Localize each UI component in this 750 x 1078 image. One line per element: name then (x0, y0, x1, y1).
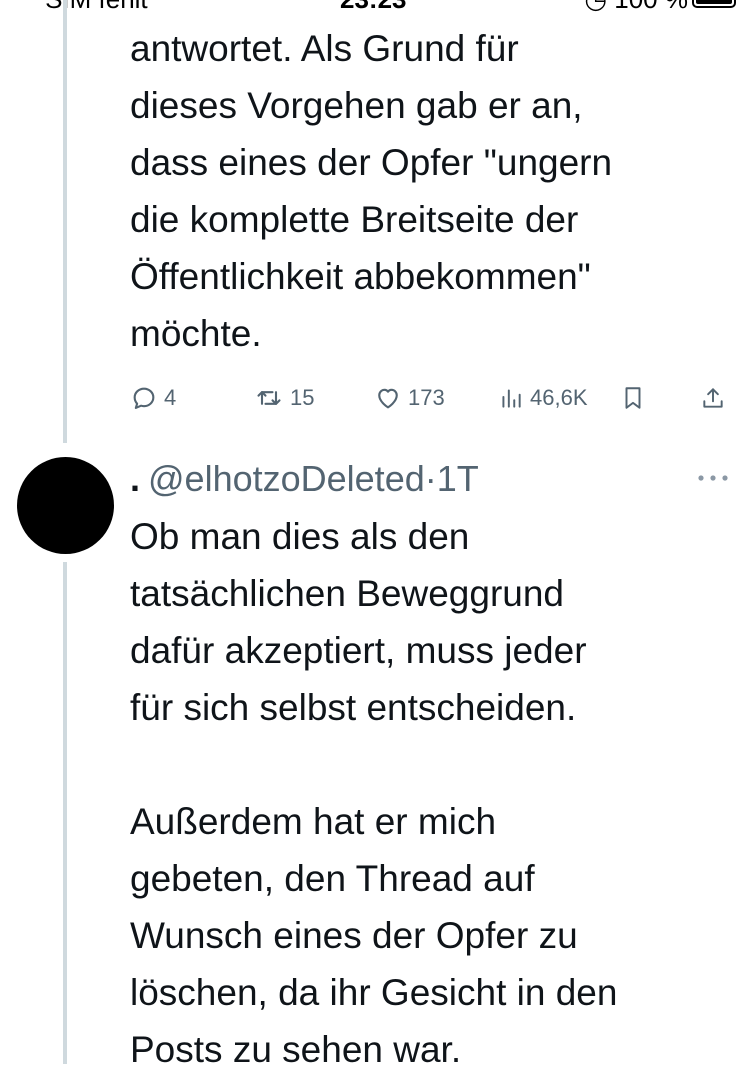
battery: ◷ 100 % (584, 0, 736, 15)
post-time[interactable]: 1T (437, 458, 479, 499)
lock-rotation-icon: ◷ (584, 0, 607, 14)
thread-line (63, 562, 67, 1064)
user-handle[interactable]: @elhotzoDeleted (148, 458, 425, 499)
repost-button[interactable]: 15 (254, 378, 314, 418)
bookmark-icon (625, 387, 641, 409)
share-icon (703, 388, 723, 408)
post-text: antwortet. Als Grund für dieses Vorgehen… (130, 28, 613, 354)
views-count: 46,6K (530, 385, 588, 410)
more-icon[interactable] (696, 468, 730, 488)
reply-count: 4 (164, 385, 177, 410)
wifi-icon: ⌃ (155, 0, 177, 14)
avatar[interactable] (17, 457, 114, 554)
like-count: 173 (408, 385, 445, 410)
thread-line (63, 0, 67, 443)
carrier: ●●●● SIM fehlt ⌃ (0, 0, 177, 15)
reply-button[interactable]: 4 (130, 378, 176, 418)
separator: · (424, 458, 437, 499)
post-header: . @elhotzoDeleted·1T (130, 454, 479, 504)
status-time: 23:23 (340, 0, 407, 15)
repost-icon (257, 391, 281, 405)
views-icon (502, 389, 521, 408)
carrier-label: SIM fehlt (45, 0, 148, 14)
battery-percent: 100 % (614, 0, 688, 14)
battery-icon (692, 0, 736, 8)
post-actions: 4 15 173 46,6K (130, 378, 730, 418)
views-button[interactable]: 46,6K (498, 378, 588, 418)
like-button[interactable]: 173 (374, 378, 445, 418)
status-bar: ●●●● SIM fehlt ⌃ 23:23 ◷ 100 % (0, 0, 750, 14)
bookmark-button[interactable] (620, 378, 646, 418)
reply-icon (133, 387, 155, 409)
post-text: Ob man dies als den tatsächlichen Bewegg… (130, 516, 618, 1070)
repost-count: 15 (290, 385, 315, 410)
heart-icon (378, 388, 398, 409)
share-button[interactable] (700, 378, 726, 418)
display-name[interactable]: . (130, 458, 140, 499)
